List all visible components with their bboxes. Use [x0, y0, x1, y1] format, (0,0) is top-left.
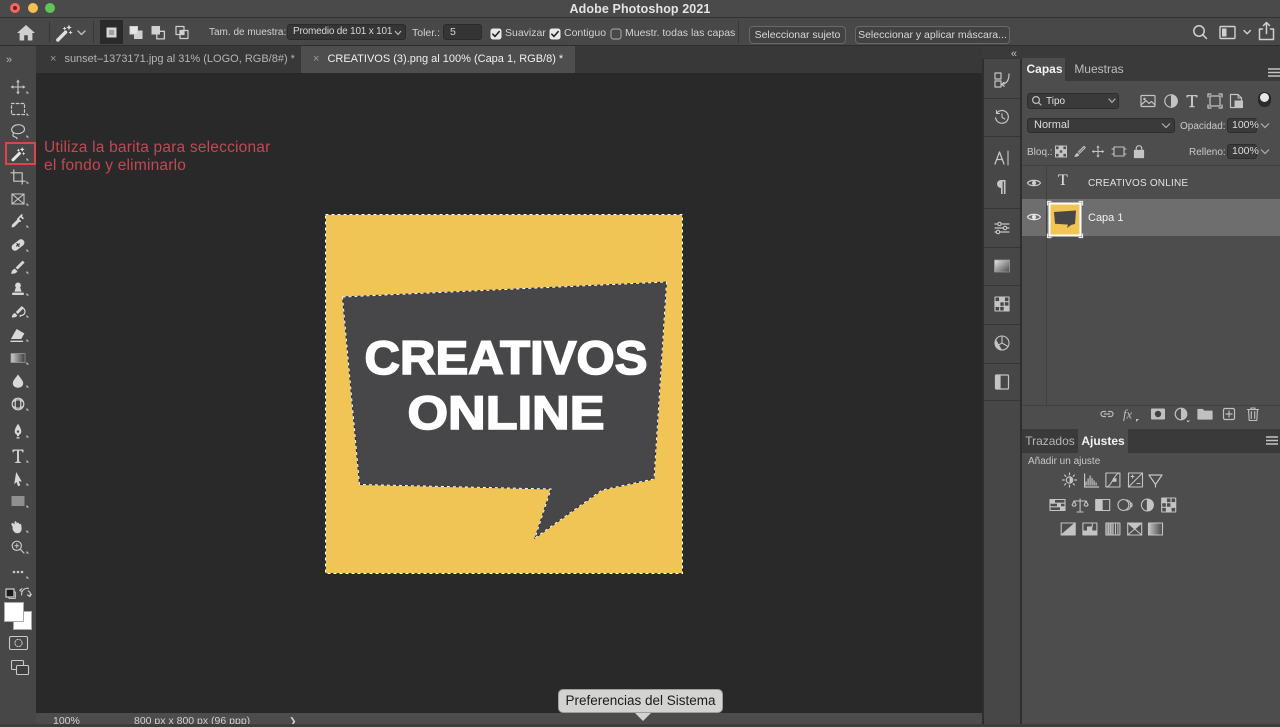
svg-text:ONLINE: ONLINE: [408, 386, 605, 439]
svg-text:CREATIVOS: CREATIVOS: [365, 331, 648, 384]
svg-text:fx: fx: [1123, 408, 1132, 422]
